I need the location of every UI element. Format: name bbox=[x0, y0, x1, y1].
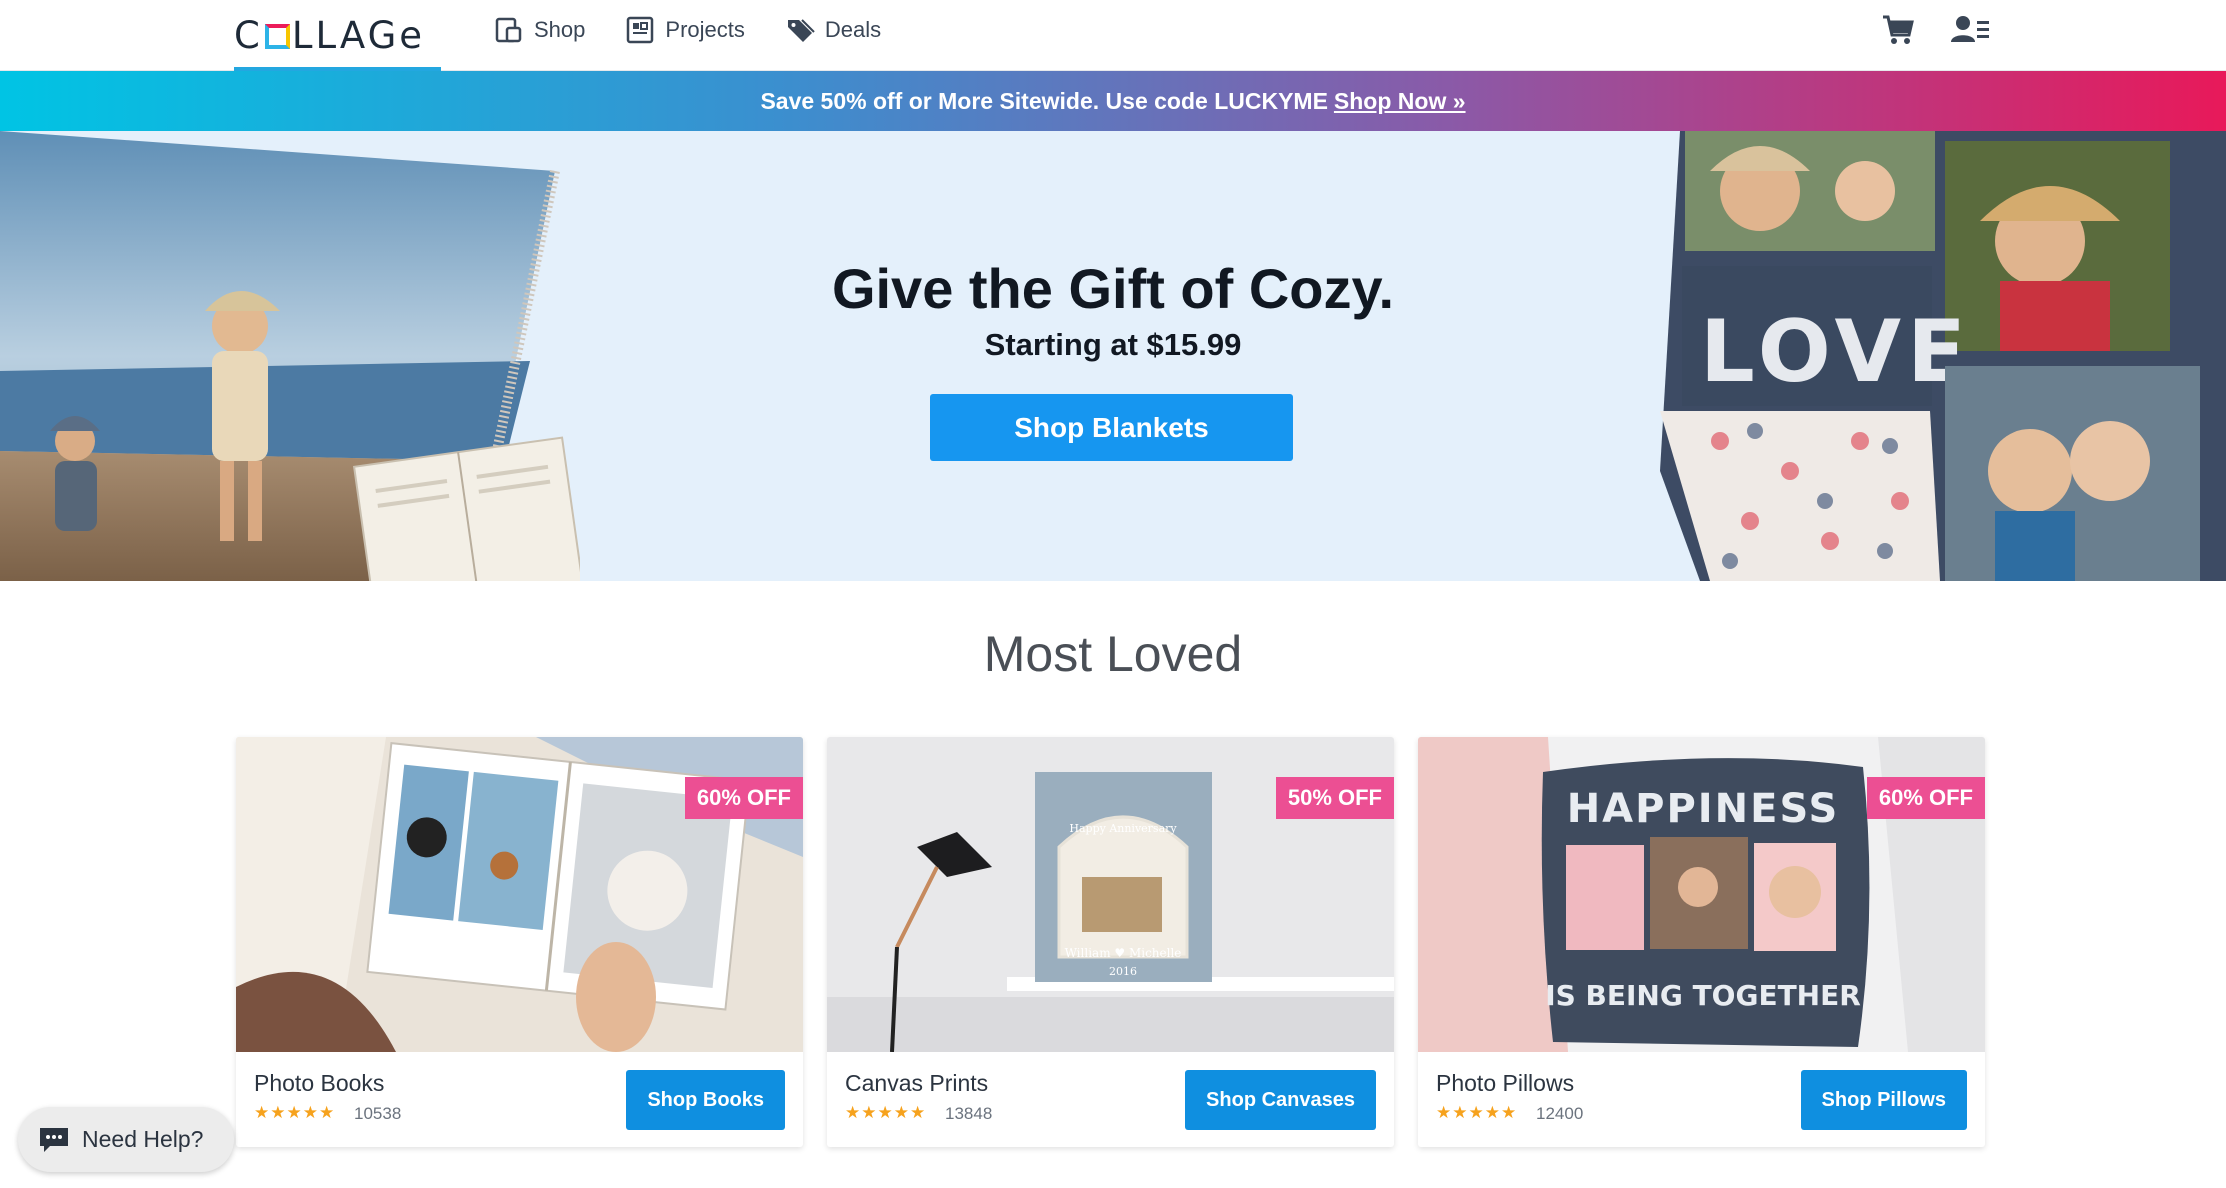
shop-books-button[interactable]: Shop Books bbox=[626, 1070, 785, 1130]
shop-blankets-button[interactable]: Shop Blankets bbox=[930, 394, 1293, 461]
canvas-year: 2016 bbox=[1109, 965, 1137, 978]
review-count: 10538 bbox=[354, 1104, 402, 1123]
review-count: 13848 bbox=[945, 1104, 993, 1123]
star-rating: ★★★★★ bbox=[845, 1103, 927, 1122]
pillow-top-text: HAPPINESS bbox=[1567, 786, 1840, 832]
nav-projects-label: Projects bbox=[665, 17, 745, 42]
shop-canvases-button[interactable]: Shop Canvases bbox=[1185, 1070, 1376, 1130]
canvas-names: William ♥ Michelle bbox=[1065, 946, 1182, 960]
blanket-love-text: LOVE bbox=[1700, 302, 1972, 402]
nav-shop[interactable]: Shop bbox=[494, 15, 585, 45]
nav-deals[interactable]: Deals bbox=[785, 15, 881, 45]
promo-banner: Save 50% off or More Sitewide. Use code … bbox=[0, 71, 2226, 131]
star-rating: ★★★★★ bbox=[1436, 1103, 1518, 1122]
shop-icon bbox=[495, 17, 522, 43]
product-card-canvas-prints: Happy Anniversary William ♥ Michelle 201… bbox=[827, 737, 1394, 1147]
nav-projects[interactable]: Projects bbox=[625, 15, 745, 45]
collage-logo[interactable]: C LLAGe bbox=[234, 0, 441, 72]
product-name[interactable]: Photo Pillows bbox=[1436, 1070, 1574, 1097]
shop-pillows-button[interactable]: Shop Pillows bbox=[1800, 1070, 1967, 1130]
product-name[interactable]: Canvas Prints bbox=[845, 1070, 988, 1097]
hero-love-blanket-image: LOVE bbox=[1660, 131, 2226, 581]
product-name[interactable]: Photo Books bbox=[254, 1070, 384, 1097]
projects-icon bbox=[627, 16, 654, 44]
hero-banner: Give the Gift of Cozy. Starting at $15.9… bbox=[0, 131, 2226, 581]
nav-deals-label: Deals bbox=[824, 17, 882, 42]
account-icon[interactable] bbox=[1950, 12, 1990, 48]
promo-shop-now-link[interactable]: Shop Now » bbox=[1334, 88, 1466, 115]
review-count: 12400 bbox=[1536, 1104, 1584, 1123]
discount-badge: 60% OFF bbox=[1866, 777, 1985, 819]
logo-text: C LLAGe bbox=[234, 14, 426, 57]
discount-badge: 60% OFF bbox=[684, 777, 803, 819]
chat-icon bbox=[40, 1127, 68, 1152]
promo-text: Save 50% off or More Sitewide. Use code … bbox=[760, 87, 1328, 114]
discount-badge: 50% OFF bbox=[1275, 777, 1394, 819]
site-header: C LLAGe Shop Projects Deals bbox=[0, 0, 2226, 72]
main-nav: Shop Projects Deals bbox=[494, 0, 881, 60]
need-help-button[interactable]: Need Help? bbox=[18, 1107, 234, 1172]
tag-icon bbox=[787, 19, 815, 42]
product-card-photo-books: 60% OFF Photo Books ★★★★★ 10538 Shop Boo… bbox=[236, 737, 803, 1147]
need-help-label: Need Help? bbox=[82, 1126, 204, 1152]
most-loved-title: Most Loved bbox=[983, 626, 1243, 682]
canvas-line1: Happy Anniversary bbox=[1069, 822, 1177, 835]
product-card-photo-pillows: HAPPINESS IS BEING TOGETHER 60% OFF Phot… bbox=[1418, 737, 1985, 1147]
star-rating: ★★★★★ bbox=[254, 1103, 336, 1122]
cart-icon[interactable] bbox=[1880, 12, 1916, 48]
nav-shop-label: Shop bbox=[534, 17, 586, 42]
pillow-bottom-text: IS BEING TOGETHER bbox=[1545, 979, 1861, 1012]
